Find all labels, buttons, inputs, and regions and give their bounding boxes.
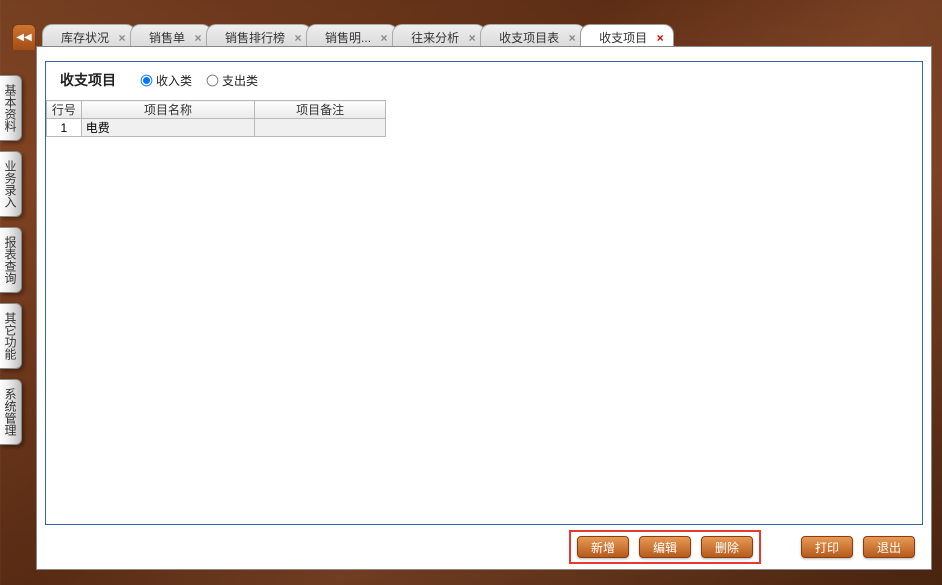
close-icon[interactable]: ×: [377, 31, 391, 45]
radio-income-label: 收入类: [156, 72, 192, 89]
tab-label: 收支项目: [599, 29, 647, 46]
sidebar-item-basic[interactable]: 基本资料: [0, 75, 22, 141]
tab-label: 销售单: [149, 29, 185, 46]
delete-button[interactable]: 删除: [701, 536, 753, 558]
table-header-row: 行号 项目名称 项目备注: [47, 101, 386, 119]
cell-name: 电费: [81, 119, 255, 137]
tab-label: 销售排行榜: [225, 29, 285, 46]
table-row[interactable]: 1 电费: [47, 119, 386, 137]
highlighted-actions: 新增 编辑 删除: [569, 530, 761, 564]
page-title: 收支项目: [60, 70, 116, 90]
sidebar-item-entry[interactable]: 业务录入: [0, 151, 22, 217]
sidebar: 基本资料 业务录入 报表查询 其它功能 系统管理: [0, 0, 22, 585]
radio-income[interactable]: 收入类: [140, 72, 192, 89]
tab-label: 收支项目表: [499, 29, 559, 46]
print-button[interactable]: 打印: [801, 536, 853, 558]
exit-button[interactable]: 退出: [863, 536, 915, 558]
panel-body: 收支项目 收入类 支出类 行号 项目名称 项目备注: [45, 61, 923, 525]
footer-toolbar: 新增 编辑 删除 打印 退出: [37, 525, 931, 569]
radio-expense[interactable]: 支出类: [206, 72, 258, 89]
items-table: 行号 项目名称 项目备注 1 电费: [46, 100, 386, 137]
close-icon[interactable]: ×: [115, 31, 129, 45]
radio-expense-input[interactable]: [207, 74, 219, 86]
cell-no: 1: [47, 119, 82, 137]
panel-header: 收支项目 收入类 支出类: [46, 62, 922, 100]
cell-note: [255, 119, 386, 137]
tab-label: 库存状况: [61, 29, 109, 46]
add-button[interactable]: 新增: [577, 536, 629, 558]
category-radio-group: 收入类 支出类: [140, 72, 258, 89]
main-panel: 收支项目 收入类 支出类 行号 项目名称 项目备注: [36, 46, 932, 570]
tab-scroll-left-button[interactable]: ◀◀: [12, 24, 36, 50]
sidebar-item-system[interactable]: 系统管理: [0, 379, 22, 445]
close-icon[interactable]: ×: [191, 31, 205, 45]
sidebar-item-report[interactable]: 报表查询: [0, 227, 22, 293]
col-header-no[interactable]: 行号: [47, 101, 82, 119]
close-icon[interactable]: ×: [565, 31, 579, 45]
col-header-name[interactable]: 项目名称: [81, 101, 255, 119]
close-icon[interactable]: ×: [653, 31, 667, 45]
radio-expense-label: 支出类: [222, 72, 258, 89]
edit-button[interactable]: 编辑: [639, 536, 691, 558]
close-icon[interactable]: ×: [465, 31, 479, 45]
sidebar-item-other[interactable]: 其它功能: [0, 303, 22, 369]
close-icon[interactable]: ×: [291, 31, 305, 45]
tab-label: 往来分析: [411, 29, 459, 46]
tab-label: 销售明...: [325, 29, 371, 46]
col-header-note[interactable]: 项目备注: [255, 101, 386, 119]
radio-income-input[interactable]: [141, 74, 153, 86]
